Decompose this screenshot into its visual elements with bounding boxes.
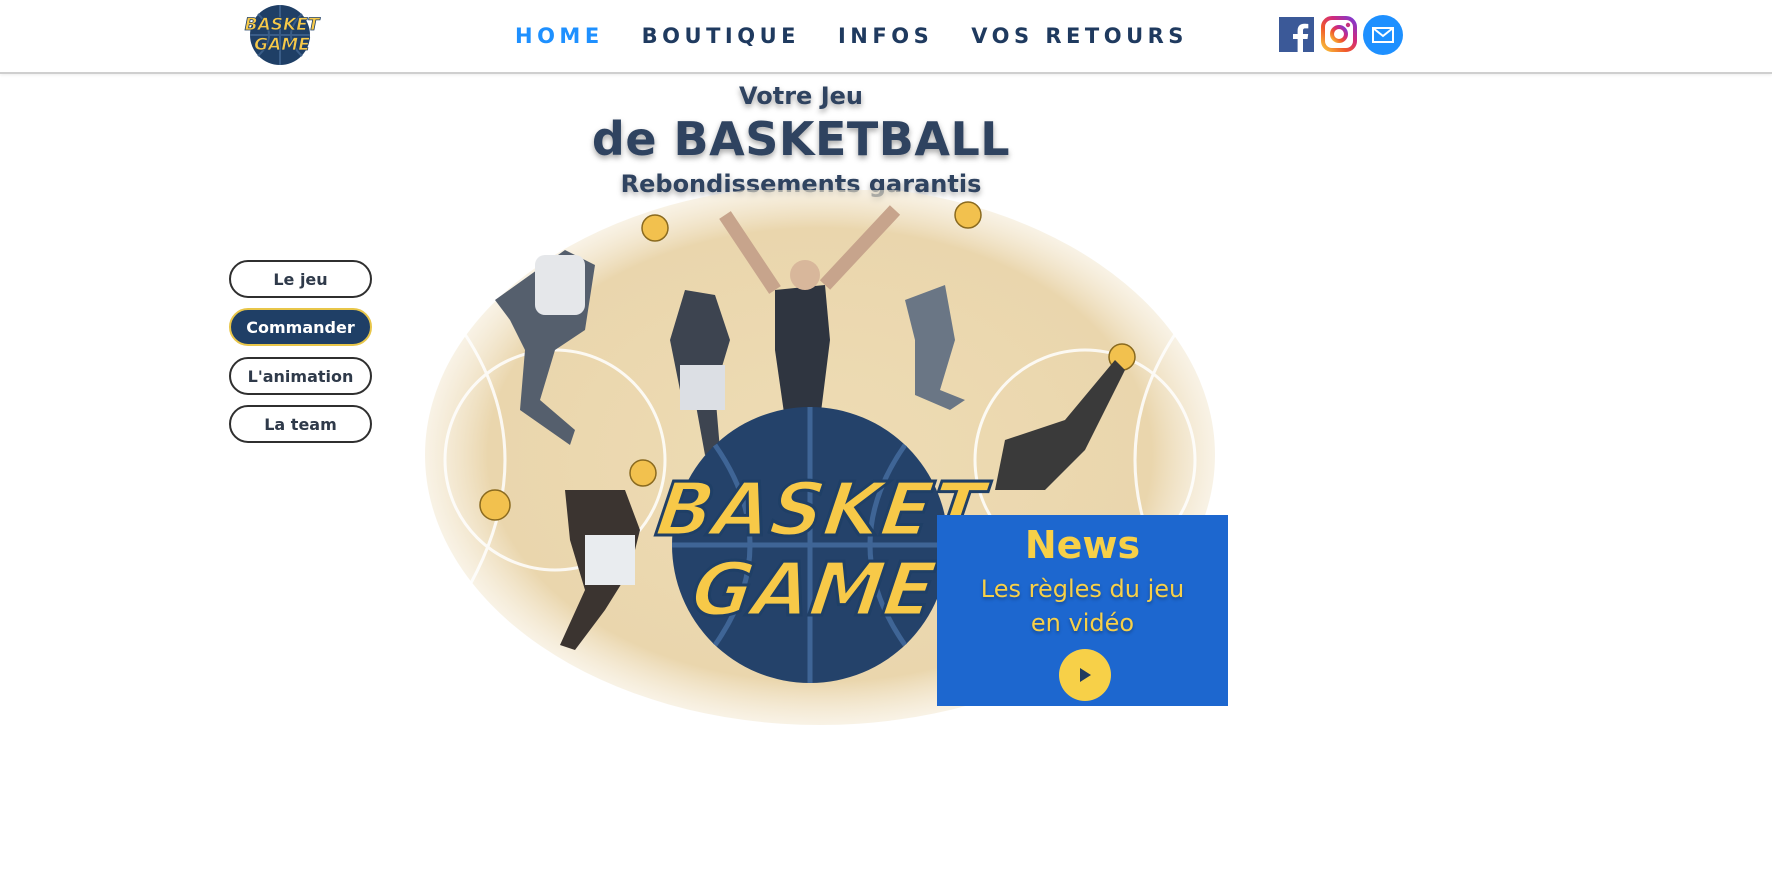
hero-title-line1: Votre Jeu	[739, 82, 863, 110]
news-line2: en vidéo	[1030, 609, 1135, 637]
mail-icon[interactable]	[1363, 15, 1403, 55]
logo-text-basket: BASKET	[245, 15, 321, 35]
instagram-icon[interactable]	[1321, 16, 1357, 52]
news-box[interactable]: News Les règles du jeu en vidéo	[937, 515, 1228, 706]
logo-text-game: GAME	[254, 35, 310, 55]
nav-home[interactable]: HOME	[515, 22, 604, 50]
player-shorts	[585, 535, 635, 585]
menu-commander-button[interactable]: Commander	[229, 308, 372, 346]
main-nav: HOME BOUTIQUE INFOS VOS RETOURS	[515, 22, 1226, 50]
basketball	[479, 489, 511, 521]
basketball	[954, 201, 982, 229]
facebook-icon[interactable]	[1279, 17, 1314, 52]
player-shorts	[680, 365, 725, 410]
nav-boutique[interactable]: BOUTIQUE	[642, 22, 800, 50]
menu-animation-button[interactable]: L'animation	[229, 357, 372, 395]
nav-vos-retours[interactable]: VOS RETOURS	[971, 22, 1188, 50]
news-title: News	[1024, 523, 1141, 567]
hero-title-line2: de BASKETBALL	[591, 112, 1011, 166]
menu-le-jeu-button[interactable]: Le jeu	[229, 260, 372, 298]
basket-game-logo[interactable]: BASKET GAME	[240, 2, 324, 66]
basketball	[641, 214, 669, 242]
play-video-button[interactable]	[1059, 649, 1111, 701]
menu-la-team-button[interactable]: La team	[229, 405, 372, 443]
play-icon	[1080, 668, 1091, 682]
basketball	[629, 459, 657, 487]
player-jersey	[535, 255, 585, 315]
news-line1: Les règles du jeu	[980, 575, 1185, 603]
player-center	[775, 285, 830, 420]
big-logo-text-game: GAME	[687, 546, 941, 633]
nav-infos[interactable]: INFOS	[838, 22, 933, 50]
site-header: BASKET GAME HOME BOUTIQUE INFOS VOS RETO…	[0, 0, 1772, 74]
player-head	[790, 260, 820, 290]
